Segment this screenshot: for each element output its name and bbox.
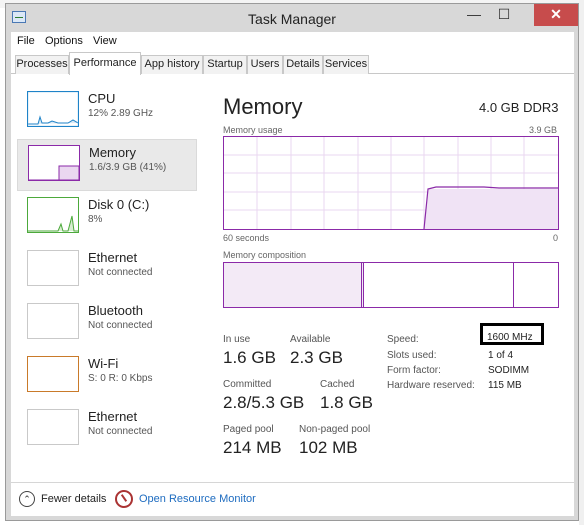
sidebar-item-disk[interactable]: Disk 0 (C:) 8% xyxy=(17,192,197,244)
memory-sparkline xyxy=(29,165,79,180)
sidebar-item-label: Bluetooth xyxy=(88,303,143,318)
memory-composition-bar xyxy=(223,262,559,308)
non-paged-pool-label: Non-paged pool xyxy=(299,424,371,435)
sidebar-item-ethernet-2[interactable]: Ethernet Not connected xyxy=(17,404,197,456)
sidebar-item-cpu[interactable]: CPU 12% 2.89 GHz xyxy=(17,86,197,138)
cached-value: 1.8 GB xyxy=(320,393,373,412)
sidebar-item-sub: 8% xyxy=(88,214,103,225)
sidebar-item-sub: S: 0 R: 0 Kbps xyxy=(88,373,153,384)
tab-strip: Processes Performance App history Startu… xyxy=(11,52,574,75)
footer-bar: ⌃ Fewer details Open Resource Monitor xyxy=(11,482,574,516)
sidebar-item-label: CPU xyxy=(88,91,116,106)
paged-pool-label: Paged pool xyxy=(223,424,274,435)
sidebar-item-bluetooth[interactable]: Bluetooth Not connected xyxy=(17,298,197,350)
memory-type: 4.0 GB DDR3 xyxy=(479,100,559,115)
committed-label: Committed xyxy=(223,379,272,390)
sidebar-item-sub: 1.6/3.9 GB (41%) xyxy=(89,162,167,173)
time-end-label: 0 xyxy=(553,233,559,243)
hardware-reserved-value: 115 MB xyxy=(488,380,522,391)
slots-used-label: Slots used: xyxy=(387,350,437,361)
maximize-button[interactable]: ☐ xyxy=(490,4,518,26)
disk-sparkline xyxy=(28,215,78,232)
time-span-label: 60 seconds xyxy=(223,233,270,243)
cached-label: Cached xyxy=(320,379,355,390)
close-button[interactable]: ✕ xyxy=(534,4,578,26)
committed-value: 2.8/5.3 GB xyxy=(223,393,305,412)
sidebar-item-label: Ethernet xyxy=(88,250,138,265)
composition-in-use xyxy=(224,263,362,307)
sidebar-item-label: Disk 0 (C:) xyxy=(88,197,150,212)
memory-usage-label: Memory usage xyxy=(223,125,283,135)
menu-view[interactable]: View xyxy=(93,35,117,47)
available-value: 2.3 GB xyxy=(290,348,343,367)
composition-free xyxy=(514,263,558,307)
tab-details[interactable]: Details xyxy=(283,55,323,74)
task-manager-window: Task Manager — ☐ ✕ File Options View Pro… xyxy=(5,3,579,521)
cpu-thumbnail-graph xyxy=(27,91,79,127)
non-paged-pool-value: 102 MB xyxy=(299,438,358,457)
ethernet-thumbnail-graph xyxy=(27,409,79,445)
fewer-details-link[interactable]: Fewer details xyxy=(41,493,106,505)
memory-thumbnail-graph xyxy=(28,145,80,181)
sidebar-item-sub: Not connected xyxy=(88,320,153,331)
paged-pool-value: 214 MB xyxy=(223,438,282,457)
tab-users[interactable]: Users xyxy=(247,55,283,74)
form-factor-label: Form factor: xyxy=(387,365,441,376)
sidebar-item-label: Ethernet xyxy=(88,409,138,424)
minimize-button[interactable]: — xyxy=(460,4,488,26)
memory-composition-label: Memory composition xyxy=(223,250,307,260)
memory-usage-graph xyxy=(223,136,559,230)
tab-performance[interactable]: Performance xyxy=(69,52,141,75)
sidebar-item-sub: Not connected xyxy=(88,267,153,278)
bluetooth-thumbnail-graph xyxy=(27,303,79,339)
sidebar-item-sub: 12% 2.89 GHz xyxy=(88,108,154,119)
wifi-thumbnail-graph xyxy=(27,356,79,392)
sidebar-item-label: Memory xyxy=(89,145,136,160)
sidebar-item-sub: Not connected xyxy=(88,426,153,437)
tab-services[interactable]: Services xyxy=(323,55,369,74)
chevron-up-icon[interactable]: ⌃ xyxy=(19,491,35,507)
cpu-sparkline xyxy=(28,92,78,126)
slots-used-value: 1 of 4 xyxy=(488,350,514,361)
open-resource-monitor-link[interactable]: Open Resource Monitor xyxy=(139,493,256,505)
title-bar[interactable]: Task Manager — ☐ ✕ xyxy=(6,4,578,32)
tab-app-history[interactable]: App history xyxy=(141,55,203,74)
tab-processes[interactable]: Processes xyxy=(15,55,69,74)
resource-monitor-icon[interactable] xyxy=(115,490,133,508)
tab-startup[interactable]: Startup xyxy=(203,55,247,74)
memory-usage-chart xyxy=(224,137,558,230)
hardware-reserved-label: Hardware reserved: xyxy=(387,380,475,391)
form-factor-value: SODIMM xyxy=(488,365,530,376)
sidebar-item-memory[interactable]: Memory 1.6/3.9 GB (41%) xyxy=(17,139,197,191)
memory-title: Memory xyxy=(223,94,303,119)
client-area: File Options View Processes Performance … xyxy=(11,32,574,516)
menu-options[interactable]: Options xyxy=(45,35,83,47)
ethernet-thumbnail-graph xyxy=(27,250,79,286)
sidebar-item-wifi[interactable]: Wi-Fi S: 0 R: 0 Kbps xyxy=(17,351,197,403)
composition-standby xyxy=(364,263,514,307)
in-use-label: In use xyxy=(223,334,251,345)
speed-value: 1600 MHz xyxy=(487,332,533,343)
sidebar-item-ethernet[interactable]: Ethernet Not connected xyxy=(17,245,197,297)
disk-thumbnail-graph xyxy=(27,197,79,233)
memory-usage-max: 3.9 GB xyxy=(529,125,558,135)
available-label: Available xyxy=(290,334,331,345)
menu-file[interactable]: File xyxy=(17,35,35,47)
speed-label: Speed: xyxy=(387,334,419,345)
in-use-value: 1.6 GB xyxy=(223,348,276,367)
background-page-edge xyxy=(579,0,584,525)
menu-bar: File Options View xyxy=(11,32,574,52)
sidebar-item-label: Wi-Fi xyxy=(88,356,119,371)
